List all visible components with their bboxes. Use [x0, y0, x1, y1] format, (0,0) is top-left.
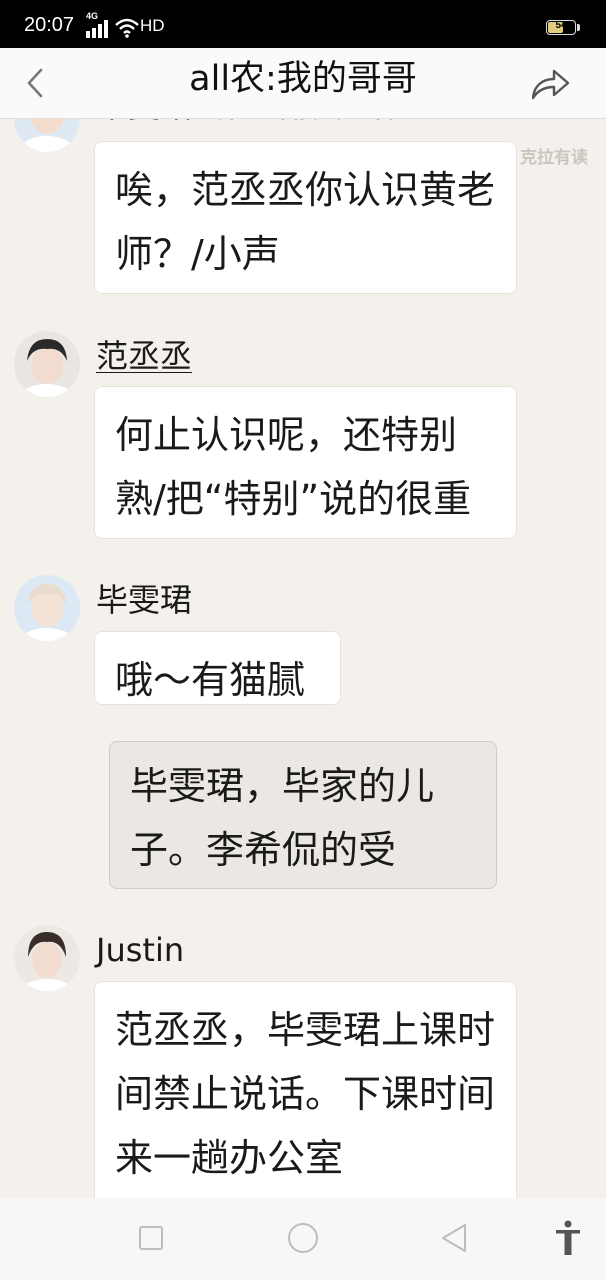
nav-back-button[interactable] — [434, 1218, 474, 1258]
battery-cap — [577, 24, 580, 31]
avatar[interactable] — [14, 575, 80, 641]
share-arrow-icon — [531, 69, 570, 100]
avatar[interactable] — [14, 331, 80, 397]
system-nav-bar — [0, 1198, 606, 1280]
hd-indicator: HD — [140, 16, 165, 35]
chat-bubble: 唉，范丞丞你认识黄老师？/小声 — [94, 141, 517, 294]
recents-button[interactable] — [131, 1218, 171, 1258]
sender-name: 毕雯珺 — [96, 581, 193, 619]
wifi-icon — [115, 18, 139, 38]
battery-level: 54 — [555, 20, 567, 31]
signal-icon — [86, 20, 108, 38]
watermark-text: 克拉有读 — [520, 148, 588, 168]
avatar-image — [14, 575, 80, 641]
page-title: all农:我的哥哥 — [189, 59, 417, 99]
status-time: 20:07 — [24, 14, 75, 36]
accessibility-button[interactable] — [548, 1218, 588, 1258]
triangle-back-icon — [442, 1224, 466, 1252]
sender-name[interactable]: 范丞丞 — [96, 336, 192, 376]
chat-bubble: 范丞丞，毕雯珺上课时间禁止说话。下课时间来一趟办公室 — [94, 981, 517, 1213]
square-icon — [139, 1226, 163, 1250]
home-button[interactable] — [283, 1218, 323, 1258]
status-bar: 20:07 4G HD 54 — [0, 0, 606, 48]
avatar[interactable] — [14, 925, 80, 991]
app-header: all农:我的哥哥 — [0, 48, 606, 119]
back-button[interactable] — [14, 60, 58, 106]
chat-bubble: 哦～有猫腻 — [94, 631, 341, 705]
narration-box: 毕雯珺，毕家的儿子。李希侃的受 — [109, 741, 497, 889]
chat-bubble: 何止认识呢，还特别熟/把“特别”说的很重 — [94, 386, 517, 539]
battery-icon: 54 — [546, 20, 576, 35]
share-button[interactable] — [524, 60, 574, 106]
avatar-image — [14, 331, 80, 397]
avatar-image — [14, 925, 80, 991]
chevron-left-icon — [27, 68, 43, 98]
circle-icon — [288, 1223, 318, 1253]
accessibility-icon — [556, 1220, 580, 1255]
sender-name: Justin — [96, 931, 185, 969]
